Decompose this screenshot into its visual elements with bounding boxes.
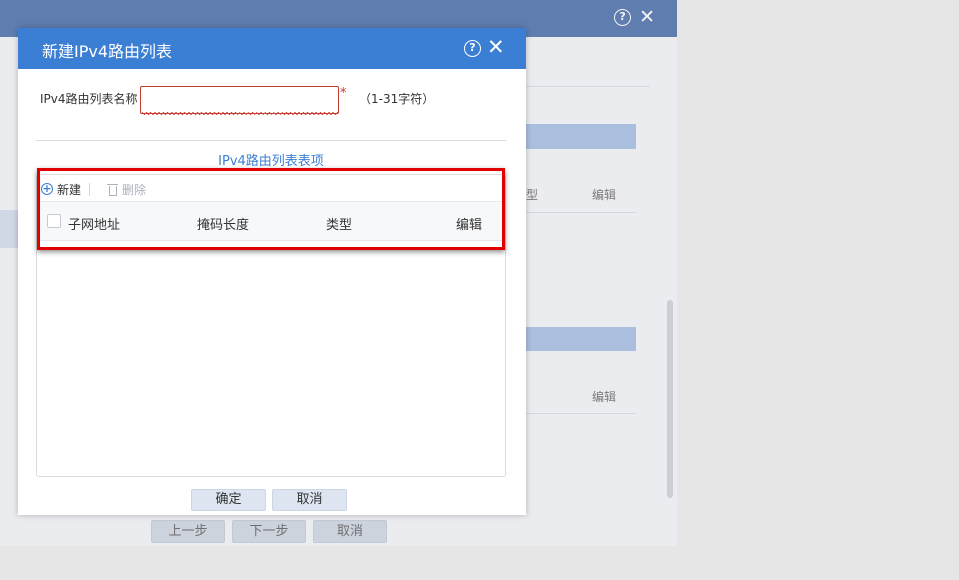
help-button[interactable]: ? (464, 40, 481, 57)
delete-entry-button[interactable]: 删除 (107, 181, 146, 198)
dialog-title: 新建IPv4路由列表 (42, 42, 173, 61)
entries-table: + 新建 删除 子网地址 掩码长度 类型 编辑 (36, 174, 506, 477)
list-name-input[interactable] (140, 86, 339, 114)
delete-entry-label: 删除 (122, 182, 147, 197)
section-divider (36, 140, 506, 141)
toolbar-divider (89, 182, 91, 196)
add-entry-button[interactable]: + 新建 (41, 181, 81, 198)
column-edit: 编辑 (456, 218, 483, 233)
select-all-checkbox[interactable] (47, 214, 61, 228)
column-type: 类型 (326, 218, 353, 233)
section-title: IPv4路由列表表项 (218, 154, 324, 169)
list-name-hint: （1-31字符） (359, 92, 435, 106)
help-icon: ? (464, 40, 481, 57)
new-route-list-dialog: 新建IPv4路由列表 ? ✕ IPv4路由列表名称 * （1-31字符） IPv… (18, 28, 526, 515)
column-subnet-address: 子网地址 (68, 218, 121, 233)
dialog-header: 新建IPv4路由列表 ? ✕ (18, 28, 526, 69)
table-header: 子网地址 掩码长度 类型 编辑 (37, 201, 505, 241)
required-mark: * (340, 86, 347, 101)
confirm-button[interactable]: 确定 (191, 489, 266, 511)
spellcheck-underline (142, 112, 338, 115)
list-name-label: IPv4路由列表名称 (40, 92, 138, 106)
column-mask-length: 掩码长度 (197, 218, 250, 233)
plus-circle-icon: + (41, 182, 53, 195)
table-toolbar: + 新建 删除 (41, 179, 146, 199)
trash-icon (107, 183, 119, 196)
cancel-button[interactable]: 取消 (272, 489, 347, 511)
close-icon[interactable]: ✕ (487, 37, 505, 58)
add-entry-label: 新建 (57, 182, 82, 197)
